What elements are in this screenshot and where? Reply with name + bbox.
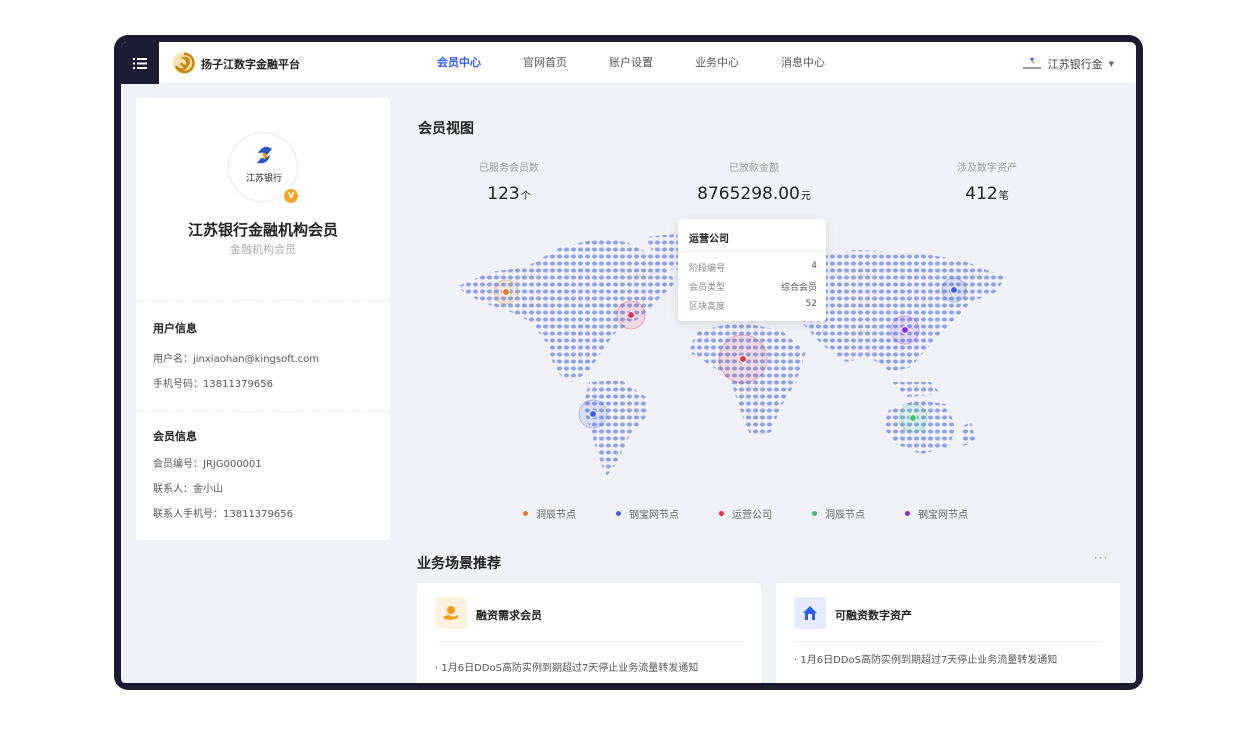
nav-account-settings[interactable]: 账户设置: [609, 42, 653, 84]
caret-down-icon: ▼: [1108, 60, 1114, 68]
app-screen: 扬子江数字金融平台 会员中心 官网首页 账户设置 业务中心 消息中心 江苏银行金…: [121, 42, 1136, 683]
notice-item[interactable]: · 1月6日DDoS高防实例到期超过7天停止业务流量转发通知: [435, 659, 698, 674]
scenes-title: 业务场景推荐: [417, 556, 501, 572]
bank-logo-icon: [1022, 58, 1041, 69]
stat-digital-assets: 涉及数字资产 412笔: [897, 159, 1077, 204]
map-tooltip: 运营公司 阶段编号 4 会员类型 综合会员 区块高度 52: [678, 219, 826, 321]
card-title: 可融资数字资产: [835, 609, 912, 622]
org-type: 金融机构会员: [230, 243, 296, 256]
nav-member-center[interactable]: 会员中心: [437, 42, 481, 84]
map-marker[interactable]: [589, 410, 597, 418]
more-icon[interactable]: ···: [1094, 551, 1108, 565]
map-legend: 洞辰节点 钢宝网节点 运营公司 洞辰节点 钢宝网节点: [523, 506, 1008, 521]
avatar: 江苏银行 V: [228, 132, 298, 203]
stat-label: 已放款金额: [729, 163, 779, 174]
map-marker[interactable]: [739, 355, 747, 363]
card-divider: [435, 641, 743, 642]
divider: [136, 300, 390, 301]
contact-name: 联系人：金小山: [153, 484, 223, 495]
card-divider: [794, 641, 1102, 642]
menu-button[interactable]: [121, 42, 159, 84]
profile-card: 江苏银行 V 江苏银行金融机构会员 金融机构会员 用户信息 用户名：jinxia…: [136, 98, 390, 540]
map-marker[interactable]: [909, 414, 917, 422]
tooltip-title: 运营公司: [689, 234, 729, 245]
top-bar: 扬子江数字金融平台 会员中心 官网首页 账户设置 业务中心 消息中心 江苏银行金…: [121, 42, 1136, 84]
user-info-title: 用户信息: [153, 322, 197, 335]
user-name: 江苏银行金: [1047, 58, 1103, 71]
stat-label: 已服务会员数: [479, 163, 539, 174]
brand-name: 扬子江数字金融平台: [201, 58, 300, 71]
map-marker[interactable]: [627, 311, 635, 319]
tooltip-row: 区块高度 52: [689, 299, 817, 312]
legend-item[interactable]: 洞辰节点: [523, 506, 576, 521]
scene-card[interactable]: 融资需求会员 · 1月6日DDoS高防实例到期超过7天停止业务流量转发通知: [417, 583, 761, 683]
avatar-text: 江苏银行: [245, 174, 282, 184]
divider: [136, 411, 390, 412]
stat-label: 涉及数字资产: [957, 163, 1017, 174]
member-info-title: 会员信息: [153, 430, 197, 443]
username: 用户名：jinxiaohan@kingsoft.com: [153, 354, 320, 365]
legend-item[interactable]: 运营公司: [719, 506, 772, 521]
nav-official-home[interactable]: 官网首页: [523, 42, 567, 84]
map-marker[interactable]: [901, 326, 909, 334]
legend-item[interactable]: 洞辰节点: [812, 506, 865, 521]
house-icon: [794, 597, 826, 629]
org-name: 江苏银行金融机构会员: [187, 221, 338, 239]
hand-coin-icon: [435, 597, 467, 629]
legend-item[interactable]: 钢宝网节点: [905, 506, 968, 521]
notice-item[interactable]: · 1月6日DDoS高防实例到期超过7天停止业务流量转发通知: [794, 651, 1057, 666]
main-nav: 会员中心 官网首页 账户设置 业务中心 消息中心: [437, 42, 867, 84]
stat-value: 8765298.00元: [697, 184, 811, 204]
nav-business-center[interactable]: 业务中心: [695, 42, 739, 84]
stat-value: 412笔: [965, 184, 1009, 204]
tooltip-row: 会员类型 综合会员: [689, 283, 817, 293]
member-number: 会员编号：JRJG000001: [153, 459, 262, 470]
map-marker[interactable]: [950, 286, 958, 294]
hamburger-menu-icon: [133, 57, 147, 69]
verified-badge: V: [284, 189, 298, 203]
legend-dot: [523, 511, 528, 516]
legend-dot: [616, 511, 621, 516]
member-view-title: 会员视图: [418, 121, 474, 137]
map-marker[interactable]: [502, 288, 510, 296]
nav-message-center[interactable]: 消息中心: [781, 42, 825, 84]
legend-dot: [905, 511, 910, 516]
tooltip-row: 阶段编号 4: [689, 261, 817, 274]
stat-loan-amount: 已放款金额 8765298.00元: [664, 159, 844, 204]
stat-value: 123个: [487, 184, 531, 204]
legend-item[interactable]: 钢宝网节点: [616, 506, 679, 521]
legend-dot: [719, 511, 724, 516]
user-menu[interactable]: 江苏银行金 ▼: [1022, 56, 1114, 72]
stat-members: 已服务会员数 123个: [419, 159, 599, 204]
contact-phone: 联系人手机号：13811379656: [153, 509, 293, 520]
legend-dot: [812, 511, 817, 516]
tooltip-divider: [678, 251, 826, 252]
card-title: 融资需求会员: [476, 609, 542, 622]
brand-logo-icon: [173, 52, 195, 74]
phone: 手机号码：13811379656: [153, 379, 273, 390]
scene-card[interactable]: 可融资数字资产 · 1月6日DDoS高防实例到期超过7天停止业务流量转发通知: [776, 583, 1120, 683]
